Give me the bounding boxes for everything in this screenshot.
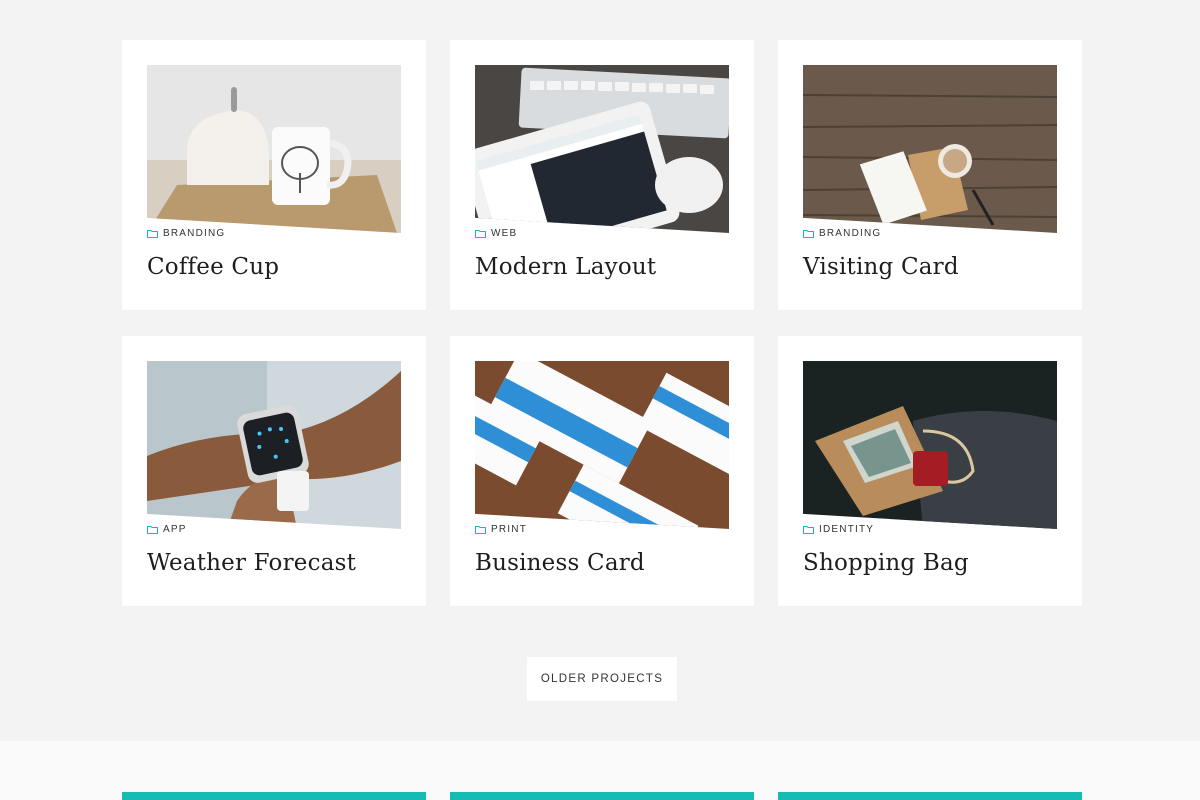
project-category: Branding bbox=[803, 228, 881, 239]
project-card-modern-layout[interactable]: Web Modern Layout bbox=[450, 40, 754, 310]
project-card-weather-forecast[interactable]: App Weather Forecast bbox=[122, 336, 426, 606]
project-category-label[interactable]: Identity bbox=[819, 524, 874, 535]
folder-icon bbox=[475, 230, 486, 238]
project-title[interactable]: Coffee Cup bbox=[147, 254, 279, 280]
project-thumbnail-coffee-cup[interactable] bbox=[147, 65, 401, 233]
project-category: Web bbox=[475, 228, 517, 239]
project-thumbnail-visiting-card[interactable] bbox=[803, 65, 1057, 233]
project-thumbnail-weather-forecast[interactable] bbox=[147, 361, 401, 529]
project-category-label[interactable]: Web bbox=[491, 228, 517, 239]
project-title[interactable]: Weather Forecast bbox=[147, 550, 356, 576]
project-title[interactable]: Business Card bbox=[475, 550, 645, 576]
project-card-coffee-cup[interactable]: Branding Coffee Cup bbox=[122, 40, 426, 310]
folder-icon bbox=[147, 526, 158, 534]
project-card-visiting-card[interactable]: Branding Visiting Card bbox=[778, 40, 1082, 310]
project-thumbnail-shopping-bag[interactable] bbox=[803, 361, 1057, 529]
project-category-label[interactable]: App bbox=[163, 524, 187, 535]
accent-bar bbox=[122, 792, 426, 800]
project-title[interactable]: Shopping Bag bbox=[803, 550, 969, 576]
project-category: Identity bbox=[803, 524, 874, 535]
folder-icon bbox=[803, 230, 814, 238]
project-thumbnail-modern-layout[interactable] bbox=[475, 65, 729, 233]
project-category: Branding bbox=[147, 228, 225, 239]
project-thumbnail-business-card[interactable] bbox=[475, 361, 729, 529]
project-title[interactable]: Visiting Card bbox=[803, 254, 959, 280]
older-projects-button[interactable]: Older Projects bbox=[527, 657, 677, 701]
project-category-label[interactable]: Print bbox=[491, 524, 527, 535]
accent-bar bbox=[778, 792, 1082, 800]
folder-icon bbox=[803, 526, 814, 534]
folder-icon bbox=[475, 526, 486, 534]
project-card-shopping-bag[interactable]: Identity Shopping Bag bbox=[778, 336, 1082, 606]
project-category: Print bbox=[475, 524, 527, 535]
project-category-label[interactable]: Branding bbox=[819, 228, 881, 239]
project-category: App bbox=[147, 524, 187, 535]
project-card-business-card[interactable]: Print Business Card bbox=[450, 336, 754, 606]
project-category-label[interactable]: Branding bbox=[163, 228, 225, 239]
project-title[interactable]: Modern Layout bbox=[475, 254, 656, 280]
folder-icon bbox=[147, 230, 158, 238]
accent-bar bbox=[450, 792, 754, 800]
